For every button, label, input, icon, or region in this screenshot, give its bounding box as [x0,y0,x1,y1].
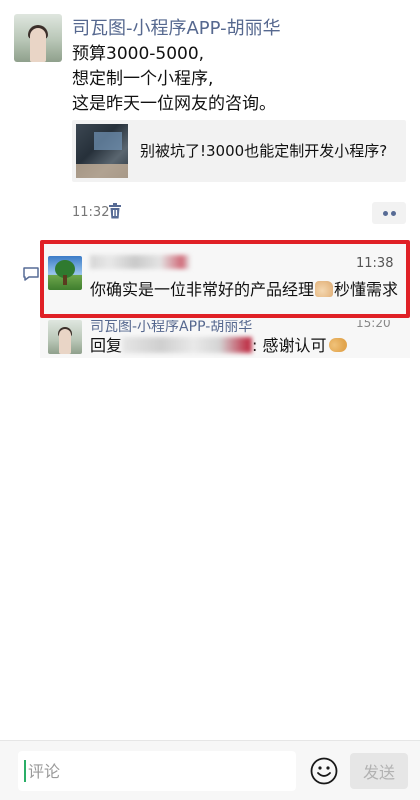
post-content: 预算3000-5000, 想定制一个小程序, 这是昨天一位网友的咨询。 [72,42,276,117]
commenter-avatar[interactable] [48,256,82,290]
comment-text: 你确实是一位非常好的产品经理 秒懂需求 [90,276,398,300]
post-line-2: 想定制一个小程序, [72,69,214,89]
comment-input-bar: 发送 [0,740,420,800]
more-dot [383,211,388,216]
blurred-commenter-name [90,255,190,269]
link-thumbnail [76,124,128,178]
moments-post: 司瓦图-小程序APP-胡丽华 预算3000-5000, 想定制一个小程序, 这是… [0,0,420,238]
reply-body: : 感谢认可 [252,336,327,355]
thumbs-up-icon [315,281,334,297]
text-caret [24,760,26,782]
post-time: 11:32 [72,205,110,220]
comment-input[interactable] [18,751,296,791]
post-author-name[interactable]: 司瓦图-小程序APP-胡丽华 [72,14,281,40]
post-line-1: 预算3000-5000, [72,44,205,64]
more-icon[interactable] [372,202,406,224]
comment-text-end: 秒懂需求 [334,280,399,299]
avatar-person [30,28,46,62]
comment-time: 11:38 [356,256,394,271]
send-button[interactable]: 发送 [350,753,408,789]
more-dot [391,211,396,216]
reply-prefix: 回复 [90,336,123,355]
blurred-reply-target [122,337,253,353]
link-title: 别被坑了!3000也能定制开发小程序? [140,142,388,160]
trash-icon[interactable] [108,203,122,219]
author-avatar[interactable] [14,14,62,62]
comment-text-start: 你确实是一位非常好的产品经理 [90,280,315,299]
avatar-person [59,329,71,354]
post-line-3: 这是昨天一位网友的咨询。 [72,94,276,114]
reply-text: 回复 : 感谢认可 [90,332,347,356]
thumbnail-screen [94,132,122,150]
comment-bubble-icon [23,267,39,281]
emoji-icon[interactable] [310,757,338,785]
thumbnail-desk [76,164,128,178]
shared-link-card[interactable]: 别被坑了!3000也能定制开发小程序? [72,120,406,182]
reply-author-avatar[interactable] [48,320,82,354]
avatar-trunk [63,275,67,285]
handshake-icon [328,338,347,352]
